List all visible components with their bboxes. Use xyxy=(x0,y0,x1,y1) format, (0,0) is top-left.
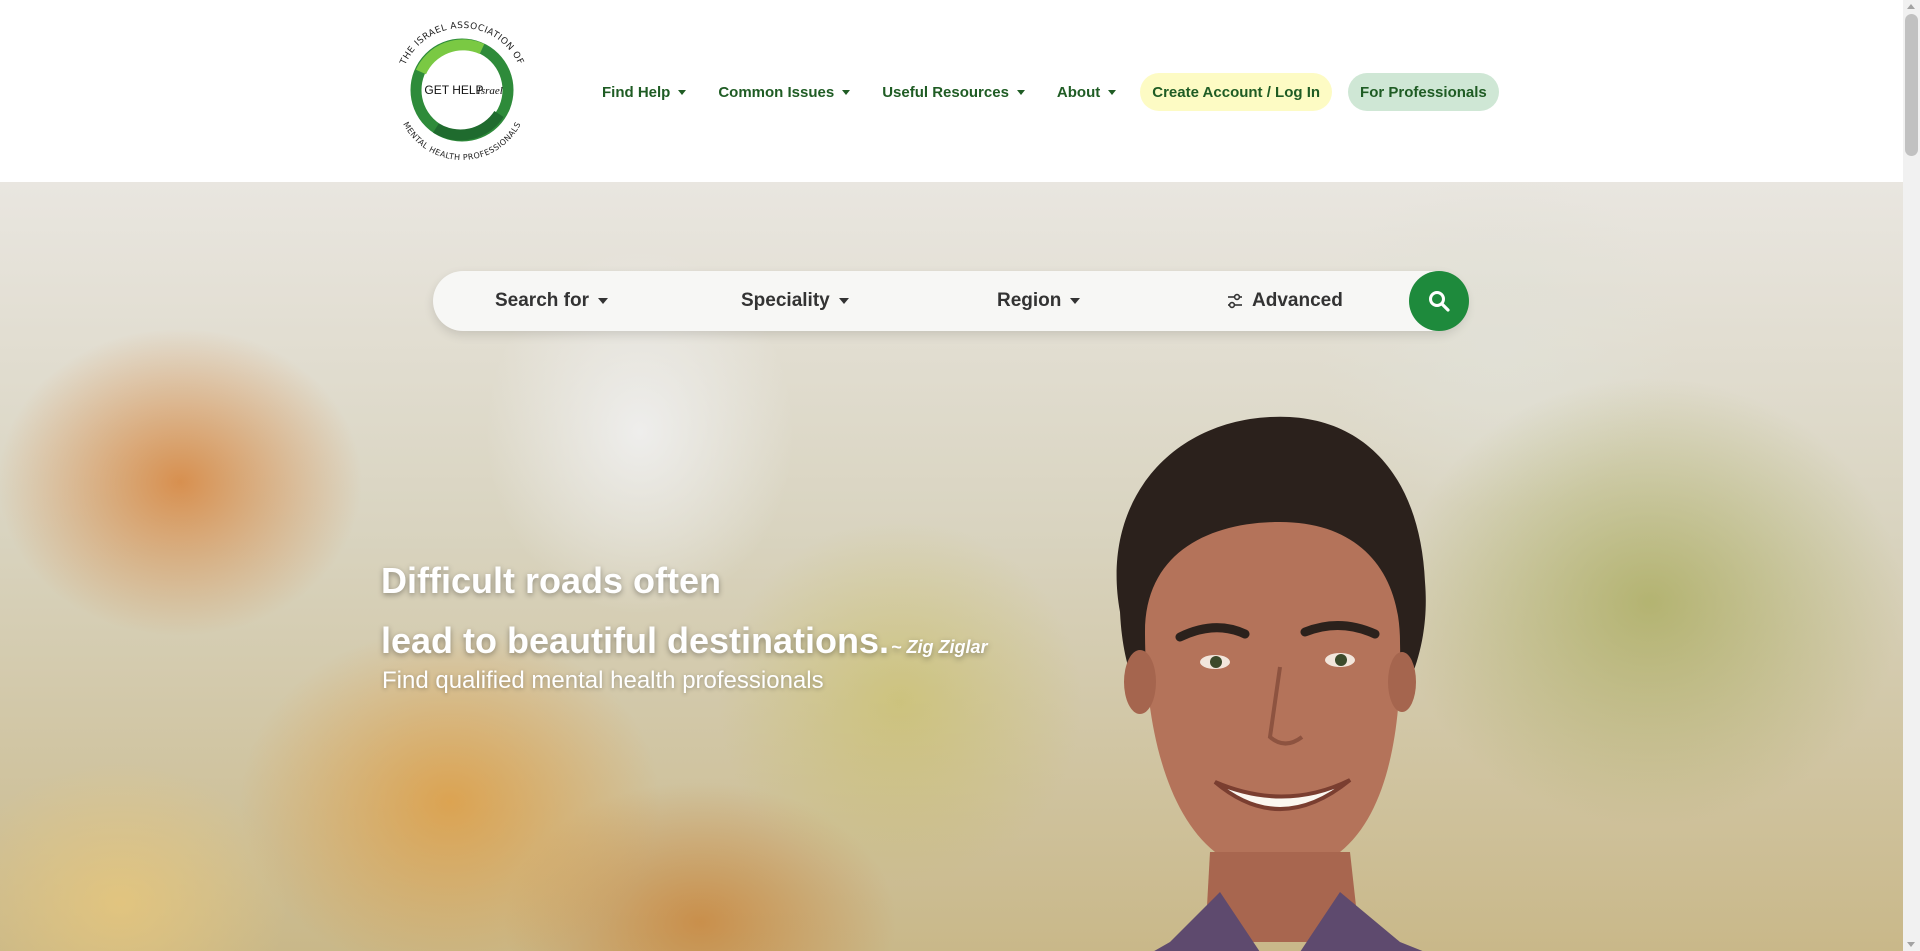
region-label: Region xyxy=(997,290,1062,311)
nav-common-issues[interactable]: Common Issues xyxy=(718,83,851,101)
for-professionals-button[interactable]: For Professionals xyxy=(1348,73,1499,111)
site-logo[interactable]: THE ISRAEL ASSOCIATION OF MENTAL HEALTH … xyxy=(386,14,538,166)
sliders-icon xyxy=(1228,293,1242,309)
caret-down-icon xyxy=(1108,89,1117,95)
scroll-down-arrow-icon[interactable] xyxy=(1907,942,1915,947)
nav-find-help[interactable]: Find Help xyxy=(602,83,687,101)
login-button[interactable]: Create Account / Log In xyxy=(1140,73,1333,111)
caret-down-icon xyxy=(842,89,851,95)
quote-line-2-text: lead to beautiful destinations. xyxy=(381,620,890,661)
hero-quote: Difficult roads often lead to beautiful … xyxy=(381,551,988,677)
search-for-label: Search for xyxy=(495,290,589,311)
nav-useful-resources[interactable]: Useful Resources xyxy=(882,84,1025,101)
search-bar: Search for Speciality Region Advanced xyxy=(433,271,1467,331)
logo-center-script: Israel xyxy=(476,85,503,97)
caret-down-icon xyxy=(678,89,687,95)
nav-about[interactable]: About xyxy=(1056,83,1117,101)
caret-down-icon xyxy=(597,298,608,304)
hero-subtitle: Find qualified mental health professiona… xyxy=(382,667,824,694)
scroll-up-arrow-icon[interactable] xyxy=(1907,4,1915,9)
speciality-dropdown[interactable]: Speciality xyxy=(741,271,849,331)
nav-about-label: About xyxy=(1056,83,1101,101)
quote-author: ~ Zig Ziglar xyxy=(891,637,988,657)
hero-section: Search for Speciality Region Advanced Di… xyxy=(0,182,1903,951)
scrollbar-thumb[interactable] xyxy=(1905,14,1918,156)
advanced-search-button[interactable]: Advanced xyxy=(1226,271,1343,331)
hero-person-image xyxy=(1116,416,1426,951)
quote-line-1: Difficult roads often xyxy=(381,560,721,601)
site-header: THE ISRAEL ASSOCIATION OF MENTAL HEALTH … xyxy=(0,0,1903,182)
region-dropdown[interactable]: Region xyxy=(997,271,1081,331)
search-icon xyxy=(1429,291,1450,312)
logo-center-text: GET HELP xyxy=(424,83,483,97)
page-scrollbar[interactable] xyxy=(1903,0,1920,951)
speciality-label: Speciality xyxy=(741,290,830,311)
nav-find-help-label: Find Help xyxy=(602,83,671,101)
search-for-dropdown[interactable]: Search for xyxy=(495,271,608,331)
caret-down-icon xyxy=(838,298,849,304)
nav-useful-resources-label: Useful Resources xyxy=(882,83,1009,101)
caret-down-icon xyxy=(1016,89,1025,95)
nav-common-issues-label: Common Issues xyxy=(718,83,835,101)
advanced-label: Advanced xyxy=(1252,290,1343,311)
main-nav: Find Help Common Issues Useful Resources… xyxy=(602,72,1499,112)
caret-down-icon xyxy=(1070,298,1081,304)
search-submit-button[interactable] xyxy=(1409,271,1469,331)
